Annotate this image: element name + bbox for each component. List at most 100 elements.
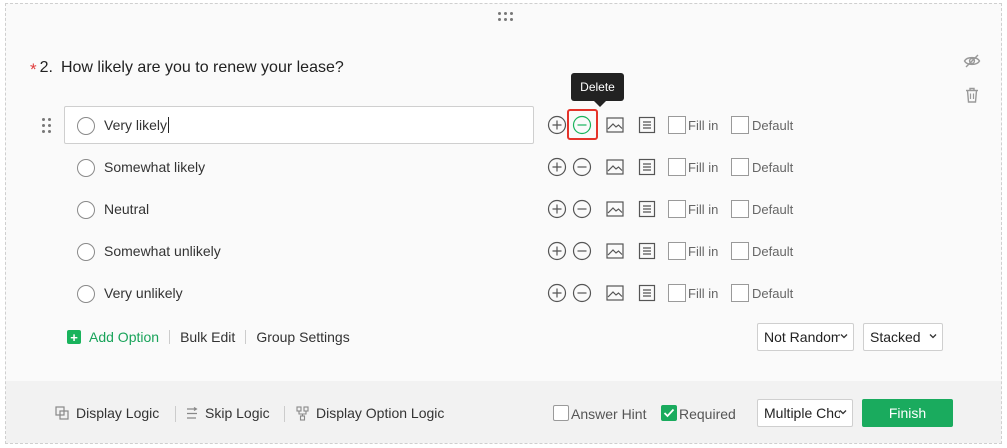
option-input[interactable]: Somewhat likely	[64, 148, 534, 186]
required-checkbox[interactable]	[661, 405, 677, 421]
add-option-icon[interactable]	[547, 283, 567, 303]
skip-logic-icon	[187, 406, 198, 419]
delete-option-icon[interactable]	[572, 241, 592, 261]
fill-in-label: Fill in	[688, 286, 719, 301]
option-radio	[77, 159, 95, 177]
default-checkbox[interactable]	[731, 158, 749, 176]
default-checkbox[interactable]	[731, 116, 749, 134]
delete-option-icon[interactable]	[572, 199, 592, 219]
image-icon[interactable]	[605, 283, 625, 303]
skip-logic-button[interactable]: Skip Logic	[185, 405, 270, 421]
fill-in-checkbox[interactable]	[668, 242, 686, 260]
bulk-edit-link[interactable]: Bulk Edit	[180, 329, 235, 345]
image-icon[interactable]	[605, 199, 625, 219]
layout-select-value: Stacked	[870, 329, 921, 345]
option-row: Somewhat likely	[0, 148, 1000, 186]
text-caret	[168, 117, 170, 133]
add-square-icon[interactable]: +	[67, 330, 81, 344]
hide-icon[interactable]	[963, 52, 981, 70]
default-label: Default	[752, 202, 794, 217]
option-radio	[77, 117, 95, 135]
default-label: Default	[752, 286, 794, 301]
check-icon	[663, 408, 675, 418]
display-logic-button[interactable]: Display Logic	[55, 405, 159, 421]
option-row: Very likely	[0, 106, 1000, 144]
option-radio	[77, 201, 95, 219]
image-icon[interactable]	[605, 241, 625, 261]
option-radio	[77, 285, 95, 303]
option-label[interactable]: Neutral	[104, 201, 149, 217]
fill-in-label: Fill in	[688, 118, 719, 133]
divider	[245, 330, 247, 344]
fill-in-checkbox[interactable]	[668, 158, 686, 176]
option-label[interactable]: Very unlikely	[104, 285, 183, 301]
display-logic-icon	[55, 405, 69, 420]
answer-hint-label: Answer Hint	[571, 406, 647, 422]
chevron-down-icon	[929, 334, 937, 339]
option-input[interactable]: Somewhat unlikely	[64, 232, 534, 270]
question-type-select[interactable]: Multiple Choice	[757, 399, 853, 427]
display-logic-label: Display Logic	[76, 405, 160, 421]
divider	[169, 330, 171, 344]
finish-button[interactable]: Finish	[862, 399, 953, 427]
group-settings-link[interactable]: Group Settings	[256, 329, 349, 345]
option-drag-handle-icon[interactable]	[42, 118, 54, 134]
fill-in-checkbox[interactable]	[668, 284, 686, 302]
answer-hint-checkbox[interactable]	[553, 405, 569, 421]
option-row: Somewhat unlikely	[0, 232, 1000, 270]
question-type-value: Multiple Choice	[764, 405, 840, 421]
default-label: Default	[752, 118, 794, 133]
delete-option-icon[interactable]	[572, 283, 592, 303]
add-option-link[interactable]: Add Option	[89, 329, 159, 345]
default-checkbox[interactable]	[731, 200, 749, 218]
trash-icon[interactable]	[963, 86, 981, 104]
option-logic-icon	[296, 405, 309, 421]
add-option-icon[interactable]	[547, 199, 567, 219]
description-icon[interactable]	[637, 115, 657, 135]
default-label: Default	[752, 244, 794, 259]
delete-highlight	[567, 109, 598, 140]
display-option-logic-label: Display Option Logic	[316, 405, 445, 421]
description-icon[interactable]	[637, 283, 657, 303]
fill-in-checkbox[interactable]	[668, 200, 686, 218]
option-label[interactable]: Very likely	[104, 117, 167, 133]
question-number: 2.	[39, 59, 53, 76]
default-checkbox[interactable]	[731, 242, 749, 260]
fill-in-label: Fill in	[688, 244, 719, 259]
chevron-down-icon	[840, 334, 848, 339]
option-label[interactable]: Somewhat unlikely	[104, 243, 221, 259]
question-text[interactable]: How likely are you to renew your lease?	[61, 59, 344, 77]
required-asterisk: *	[30, 60, 37, 79]
option-radio	[77, 243, 95, 261]
option-row: Neutral	[0, 190, 1000, 228]
option-input[interactable]: Very unlikely	[64, 274, 534, 312]
image-icon[interactable]	[605, 157, 625, 177]
display-option-logic-button[interactable]: Display Option Logic	[295, 405, 444, 421]
add-option-icon[interactable]	[547, 241, 567, 261]
default-checkbox[interactable]	[731, 284, 749, 302]
delete-tooltip: Delete	[571, 73, 624, 107]
layout-select[interactable]: Stacked	[863, 323, 943, 351]
divider	[175, 406, 176, 422]
order-select-value: Not Random	[764, 329, 840, 345]
question-drag-handle-icon[interactable]	[498, 12, 514, 24]
add-option-icon[interactable]	[547, 157, 567, 177]
description-icon[interactable]	[637, 241, 657, 261]
fill-in-label: Fill in	[688, 202, 719, 217]
add-option-icon[interactable]	[547, 115, 567, 135]
option-label[interactable]: Somewhat likely	[104, 159, 205, 175]
question-title[interactable]: * 2. How likely are you to renew your le…	[30, 58, 344, 79]
delete-option-icon[interactable]	[572, 157, 592, 177]
fill-in-label: Fill in	[688, 160, 719, 175]
description-icon[interactable]	[637, 199, 657, 219]
description-icon[interactable]	[637, 157, 657, 177]
image-icon[interactable]	[605, 115, 625, 135]
option-input[interactable]: Very likely	[64, 106, 534, 144]
required-label: Required	[679, 406, 736, 422]
option-input[interactable]: Neutral	[64, 190, 534, 228]
option-actions: + Add Option Bulk Edit Group Settings	[67, 329, 350, 345]
chevron-down-icon	[839, 410, 847, 415]
order-select[interactable]: Not Random	[757, 323, 854, 351]
default-label: Default	[752, 160, 794, 175]
fill-in-checkbox[interactable]	[668, 116, 686, 134]
